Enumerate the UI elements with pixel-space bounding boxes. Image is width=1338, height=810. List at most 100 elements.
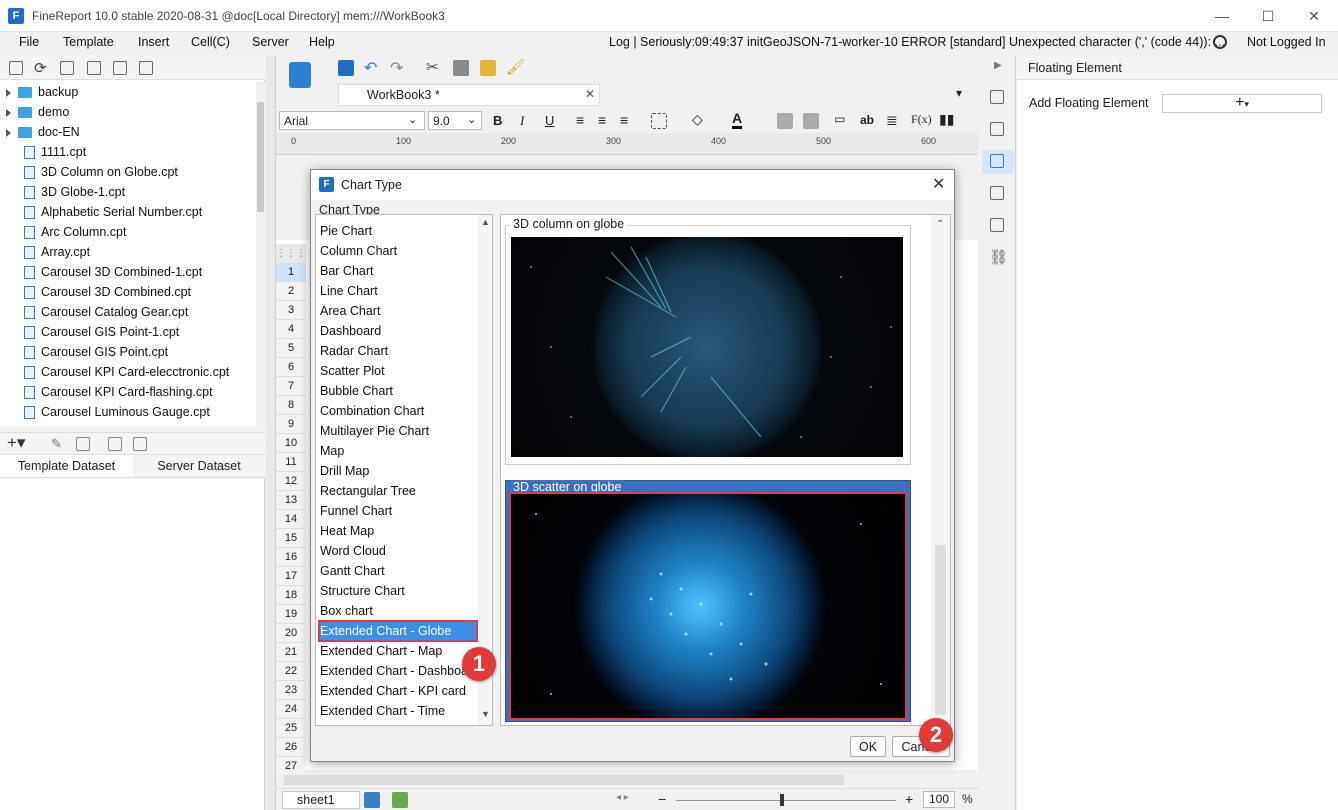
chart-type-item[interactable]: Multilayer Pie Chart xyxy=(319,421,477,441)
row-header[interactable]: 17 xyxy=(276,567,306,586)
view-icon[interactable] xyxy=(60,61,74,75)
search-icon[interactable] xyxy=(1213,35,1227,49)
chart-type-item[interactable]: Extended Chart - Globe xyxy=(318,620,478,642)
row-header[interactable]: 19 xyxy=(276,605,306,624)
menu-insert[interactable]: Insert xyxy=(138,35,169,49)
template-icon[interactable] xyxy=(286,60,314,100)
select-all-corner[interactable]: ⋮⋮⋮ xyxy=(276,244,306,264)
tab-template-dataset[interactable]: Template Dataset xyxy=(0,455,133,477)
copy-icon[interactable] xyxy=(453,60,469,76)
row-header[interactable]: 16 xyxy=(276,548,306,567)
chart-type-item[interactable]: Rectangular Tree xyxy=(319,481,477,501)
preview-card-3d-column[interactable]: 3D column on globe xyxy=(505,217,911,465)
chart-type-item[interactable]: Funnel Chart xyxy=(319,501,477,521)
chart-icon[interactable]: ▮▮ xyxy=(939,111,954,128)
collapse-icon[interactable]: ▶ xyxy=(994,60,1002,71)
chart-type-item[interactable]: Dashboard xyxy=(319,321,477,341)
delete-icon[interactable] xyxy=(113,61,127,75)
chevron-up-icon[interactable]: ⌃ xyxy=(936,219,944,230)
tree-file[interactable]: Carousel Catalog Gear.cpt xyxy=(0,302,255,322)
chart-type-item[interactable]: Extended Chart - Time xyxy=(319,701,477,721)
tree-folder[interactable]: doc-EN xyxy=(0,122,255,142)
row-header[interactable]: 20 xyxy=(276,624,306,643)
widget-icon[interactable] xyxy=(990,186,1004,200)
chart-type-item[interactable]: Box chart xyxy=(319,601,477,621)
row-header[interactable]: 11 xyxy=(276,453,306,472)
text-icon[interactable]: ab xyxy=(860,113,874,127)
bold-icon[interactable]: B xyxy=(493,113,502,128)
param-icon[interactable] xyxy=(133,437,147,451)
wrap-icon[interactable]: ▭ xyxy=(834,112,845,126)
add-sheet-icon[interactable] xyxy=(364,792,380,808)
refresh-icon[interactable]: ⟳ xyxy=(34,59,47,77)
chart-type-item[interactable]: Extended Chart - Map xyxy=(319,641,477,661)
chart-type-item[interactable]: Extended Chart - Dashboard xyxy=(319,661,477,681)
row-header[interactable]: 9 xyxy=(276,415,306,434)
delete-icon[interactable] xyxy=(76,437,90,451)
row-header[interactable]: 18 xyxy=(276,586,306,605)
tree-file[interactable]: Carousel KPI Card-elecctronic.cpt xyxy=(0,362,255,382)
copy-icon[interactable] xyxy=(139,61,153,75)
row-header[interactable]: 26 xyxy=(276,738,306,757)
tree-folder[interactable]: demo xyxy=(0,102,255,122)
expand-arrow-icon[interactable] xyxy=(6,128,11,137)
settings-icon[interactable] xyxy=(87,61,101,75)
chart-type-item[interactable]: Word Cloud xyxy=(319,541,477,561)
formula-icon[interactable]: F(x) xyxy=(911,112,932,127)
chart-type-item[interactable]: Heat Map xyxy=(319,521,477,541)
row-header[interactable]: 15 xyxy=(276,529,306,548)
row-header[interactable]: 25 xyxy=(276,719,306,738)
tree-file[interactable]: Carousel Luminous Gauge.cpt xyxy=(0,402,255,422)
floating-element-icon[interactable] xyxy=(990,154,1004,168)
row-header[interactable]: 3 xyxy=(276,301,306,320)
font-select[interactable]: Arial ⌄ xyxy=(279,111,425,130)
cut-icon[interactable]: ✂ xyxy=(426,58,439,76)
preview-icon[interactable] xyxy=(108,437,122,451)
splitter[interactable] xyxy=(266,56,276,810)
redo-icon[interactable]: ↷ xyxy=(390,58,403,78)
preview-card-3d-scatter[interactable]: 3D scatter on globe xyxy=(505,480,911,722)
zoom-input[interactable]: 100 xyxy=(923,791,955,808)
minimize-icon[interactable]: — xyxy=(1212,6,1232,26)
tree-file[interactable]: Array.cpt xyxy=(0,242,255,262)
menu-help[interactable]: Help xyxy=(309,35,335,49)
paste-icon[interactable] xyxy=(480,60,496,76)
align-center-icon[interactable]: ≡ xyxy=(598,112,606,128)
close-window-icon[interactable]: ✕ xyxy=(1304,6,1324,26)
add-dashboard-icon[interactable] xyxy=(392,792,408,808)
row-header[interactable]: 13 xyxy=(276,491,306,510)
edit-icon[interactable]: ✎ xyxy=(51,436,62,452)
cell-element-icon[interactable] xyxy=(990,90,1004,104)
condition-icon[interactable] xyxy=(990,218,1004,232)
chart-type-item[interactable]: Gantt Chart xyxy=(319,561,477,581)
font-size-select[interactable]: 9.0 ⌄ xyxy=(428,111,482,130)
row-header[interactable]: 23 xyxy=(276,681,306,700)
zoom-handle[interactable] xyxy=(780,794,784,806)
menu-template[interactable]: Template xyxy=(63,35,114,49)
font-color-icon[interactable]: A xyxy=(732,110,743,129)
maximize-icon[interactable]: ☐ xyxy=(1258,6,1278,26)
chart-type-item[interactable]: Map xyxy=(319,441,477,461)
row-header[interactable]: 24 xyxy=(276,700,306,719)
merge-icon[interactable] xyxy=(777,113,793,129)
cell-attribute-icon[interactable] xyxy=(990,122,1004,136)
undo-icon[interactable]: ↶ xyxy=(364,58,377,78)
tree-file[interactable]: Carousel KPI Card-flashing.cpt xyxy=(0,382,255,402)
chart-type-item[interactable]: Scatter Plot xyxy=(319,361,477,381)
chart-type-item[interactable]: Bubble Chart xyxy=(319,381,477,401)
login-status[interactable]: Not Logged In xyxy=(1247,35,1326,49)
row-header[interactable]: 2 xyxy=(276,282,306,301)
save-icon[interactable] xyxy=(338,60,354,76)
row-header[interactable]: 6 xyxy=(276,358,306,377)
tree-file[interactable]: 3D Column on Globe.cpt xyxy=(0,162,255,182)
format-painter-icon[interactable]: 🖌 xyxy=(506,58,525,76)
chart-type-item[interactable]: Area Chart xyxy=(319,301,477,321)
close-tab-icon[interactable]: ✕ xyxy=(585,87,595,101)
add-icon[interactable]: +▾ xyxy=(7,433,25,453)
pin-icon[interactable]: ▾ xyxy=(956,86,962,100)
expand-arrow-icon[interactable] xyxy=(6,88,11,97)
log-message[interactable]: Log | Seriously:09:49:37 initGeoJSON-71-… xyxy=(609,35,1225,49)
align-right-icon[interactable]: ≡ xyxy=(620,112,628,128)
row-header[interactable]: 14 xyxy=(276,510,306,529)
row-header[interactable]: 10 xyxy=(276,434,306,453)
